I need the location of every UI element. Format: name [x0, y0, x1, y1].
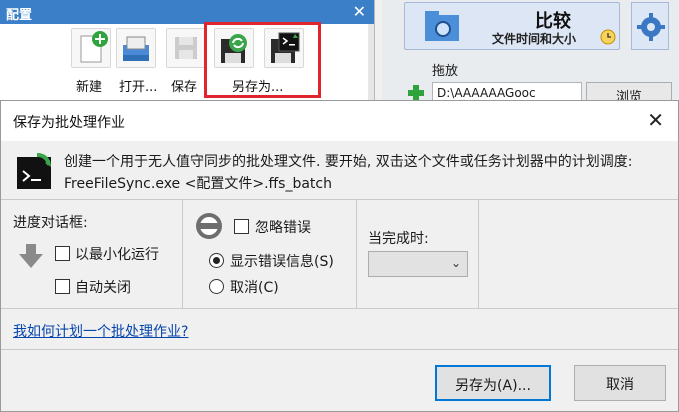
divider: [1, 308, 678, 309]
save-button[interactable]: [166, 28, 206, 68]
cancel-on-error-radio[interactable]: [209, 279, 224, 294]
save-label: 保存: [171, 80, 198, 95]
info-text: 创建一个用于无人值守同步的批处理文件. 要开始, 双击这个文件或任务计划器中的计…: [64, 154, 633, 170]
gear-icon: [637, 13, 665, 41]
dialog-title: 保存为批处理作业: [13, 115, 125, 131]
show-errors-label: 显示错误信息(S): [230, 254, 334, 270]
divider: [356, 200, 357, 308]
auto-close-label: 自动关闭: [75, 280, 131, 296]
progress-dialog-label: 进度对话框:: [13, 215, 88, 231]
folder-search-icon: [425, 11, 459, 41]
highlight-box: [204, 22, 321, 98]
show-errors-radio[interactable]: [209, 253, 224, 268]
howto-schedule-link[interactable]: 我如何计划一个批处理作业?: [13, 321, 188, 341]
new-label: 新建: [76, 80, 103, 95]
save-batch-dialog: 保存为批处理作业 ✕ 创建一个用于无人值守同步的批处理文件. 要开始, 双击这个…: [0, 100, 679, 412]
new-file-icon: [80, 31, 108, 63]
cancel-option-label: 取消(C): [230, 280, 279, 296]
dialog-titlebar: 保存为批处理作业 ✕: [1, 101, 678, 141]
save-as-button-label: 另存为(A)...: [455, 378, 531, 394]
compare-button[interactable]: 比较 文件时间和大小: [404, 2, 620, 50]
on-completion-select[interactable]: ⌄: [368, 251, 468, 277]
ignore-errors-label: 忽略错误: [255, 220, 311, 236]
config-title-text: 配置: [6, 8, 33, 23]
close-icon[interactable]: ✕: [353, 2, 366, 21]
run-minimized-label: 以最小化运行: [75, 247, 159, 263]
folder-path-text: D:\AAAAAAGooc: [437, 86, 536, 100]
on-completion-label: 当完成时:: [368, 231, 429, 247]
scrollbar[interactable]: [368, 24, 374, 100]
open-button[interactable]: [116, 28, 156, 68]
config-panel-title: 配置 ✕: [0, 0, 374, 24]
divider: [478, 200, 479, 308]
info-command: FreeFileSync.exe <配置文件>.ffs_batch: [64, 176, 332, 192]
open-label: 打开...: [119, 80, 158, 95]
batch-file-icon: [17, 153, 51, 189]
config-panel: 配置 ✕ 新建 打开... 保存 另存为...: [0, 0, 375, 100]
drop-label: 拖放: [432, 64, 459, 79]
info-row: 创建一个用于无人值守同步的批处理文件. 要开始, 双击这个文件或任务计划器中的计…: [1, 141, 678, 199]
clock-icon: [600, 29, 616, 45]
save-icon: [175, 37, 197, 59]
chevron-down-icon: ⌄: [450, 256, 461, 270]
divider: [1, 349, 678, 350]
run-minimized-checkbox[interactable]: [55, 246, 70, 261]
close-icon[interactable]: ✕: [647, 108, 664, 132]
open-icon: [123, 36, 149, 61]
ignore-errors-checkbox[interactable]: [234, 219, 249, 234]
compare-variant: 文件时间和大小: [492, 32, 577, 46]
divider: [182, 200, 183, 308]
new-button[interactable]: [71, 28, 111, 68]
arrow-down-icon: [19, 244, 43, 268]
auto-close-checkbox[interactable]: [55, 279, 70, 294]
error-handling-icon: [196, 213, 222, 239]
save-as-dialog-button[interactable]: 另存为(A)...: [435, 365, 551, 401]
options-section: 进度对话框: 以最小化运行 自动关闭 忽略错误 显示错误信息(S) 取消(C) …: [1, 200, 678, 308]
settings-button[interactable]: [631, 2, 669, 50]
cancel-button[interactable]: 取消: [574, 365, 666, 401]
cancel-button-label: 取消: [606, 377, 634, 393]
compare-area: 比较 文件时间和大小 拖放 D:\AAAAAAGooc 浏览: [382, 0, 679, 105]
